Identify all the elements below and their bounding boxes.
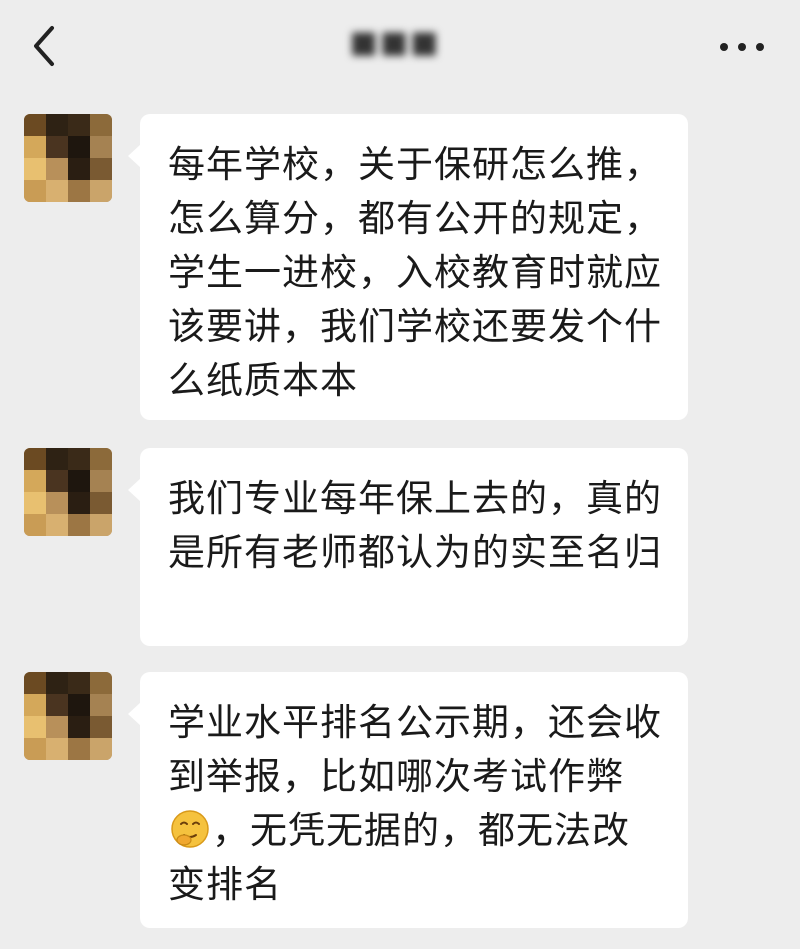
avatar[interactable] (24, 672, 112, 760)
chevron-left-icon (34, 26, 54, 66)
message-text: 学业水平排名公示期，还会收到举报，比如哪次考试作弊 ，无凭无据的，都无法改变排名 (168, 696, 662, 912)
message-bubble[interactable]: 我们专业每年保上去的，真的是所有老师都认为的实至名归 (128, 448, 688, 646)
message-text: 我们专业每年保上去的，真的是所有老师都认为的实至名归 (168, 477, 662, 574)
avatar[interactable] (24, 448, 112, 536)
back-button[interactable] (22, 18, 70, 74)
more-dots-icon (720, 43, 728, 51)
message-bubble[interactable]: 学业水平排名公示期，还会收到举报，比如哪次考试作弊 ，无凭无据的，都无法改变排名 (128, 672, 688, 928)
contact-name: ■■■ (349, 25, 441, 60)
message-text-part: 学业水平排名公示期，还会收到举报，比如哪次考试作弊 (168, 701, 662, 798)
more-dot (738, 43, 746, 51)
message-bubble[interactable]: 每年学校，关于保研怎么推，怎么算分，都有公开的规定，学生一进校，入校教育时就应该… (128, 114, 688, 420)
more-button[interactable] (714, 30, 770, 62)
message-text: 每年学校，关于保研怎么推，怎么算分，都有公开的规定，学生一进校，入校教育时就应该… (168, 143, 662, 402)
message-text-part: ，无凭无据的，都无法改变排名 (168, 809, 630, 906)
avatar[interactable] (24, 114, 112, 202)
more-dot (756, 43, 764, 51)
thinking-face-emoji (171, 810, 209, 848)
chat-header: ■■■ (0, 0, 800, 92)
